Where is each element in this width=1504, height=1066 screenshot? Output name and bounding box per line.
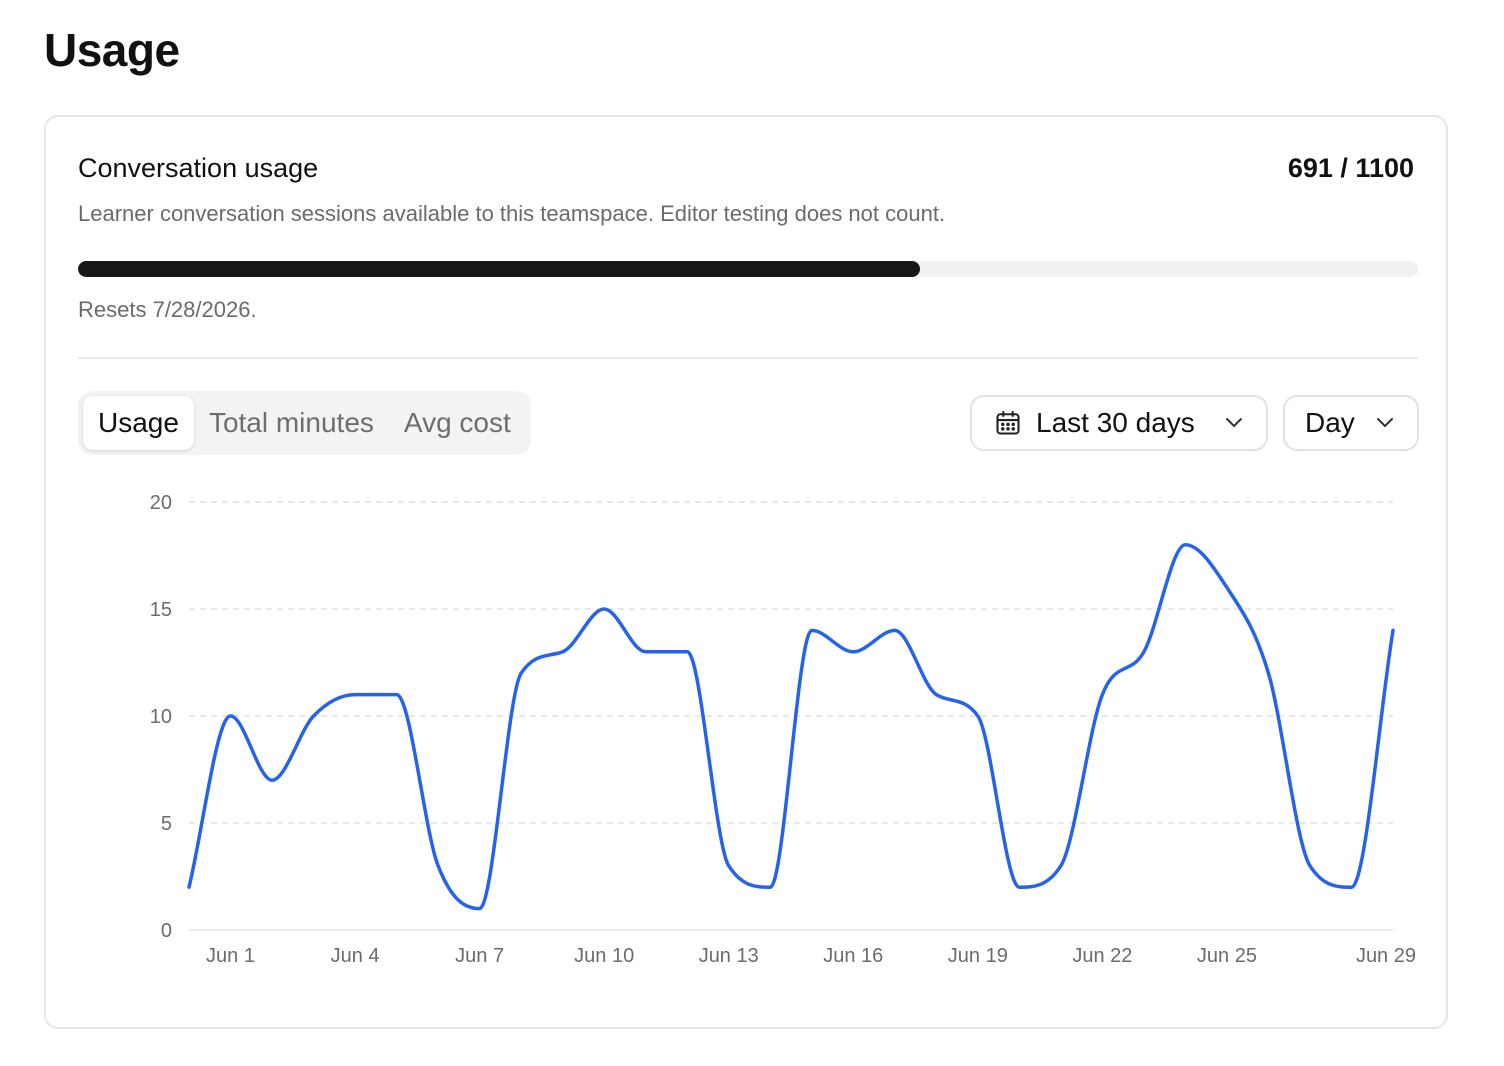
- data-point: [1390, 627, 1396, 633]
- x-tick-label: Jun 16: [823, 945, 883, 967]
- data-point: [518, 670, 524, 676]
- y-tick-label: 0: [161, 920, 172, 942]
- x-tick-label: Jun 4: [331, 945, 380, 967]
- y-tick-label: 5: [161, 813, 172, 835]
- data-point: [1348, 884, 1354, 890]
- x-tick-label: Jun 10: [574, 945, 634, 967]
- x-tick-label: Jun 22: [1072, 945, 1132, 967]
- data-point: [975, 713, 981, 719]
- x-tick-label: Jun 7: [455, 945, 504, 967]
- y-tick-label: 15: [150, 599, 172, 621]
- data-point: [809, 627, 815, 633]
- data-point: [892, 627, 898, 633]
- data-point: [186, 884, 192, 890]
- data-point: [394, 692, 400, 698]
- data-point: [767, 884, 773, 890]
- data-point: [560, 649, 566, 655]
- data-point: [1099, 692, 1105, 698]
- x-tick-label: Jun 19: [948, 945, 1008, 967]
- data-point: [269, 777, 275, 783]
- usage-line-chart: 0 5 10 15 20 Jun 1 Jun 4 Jun 7 Jun 10 Jun 13 Jun 1…: [150, 492, 1416, 967]
- data-point: [352, 692, 358, 698]
- data-point: [643, 649, 649, 655]
- data-point: [1058, 863, 1064, 869]
- data-point: [1141, 649, 1147, 655]
- data-point: [1224, 585, 1230, 591]
- usage-series-line: [187, 543, 1395, 911]
- x-tick-label: Jun 25: [1197, 945, 1257, 967]
- data-point: [601, 606, 607, 612]
- x-tick-label: Jun 1: [206, 945, 255, 967]
- data-point: [228, 713, 234, 719]
- data-point: [1016, 884, 1022, 890]
- data-point: [1307, 863, 1313, 869]
- data-point: [435, 863, 441, 869]
- y-tick-label: 20: [150, 492, 172, 514]
- x-tick-label: Jun 29: [1356, 945, 1416, 967]
- data-point: [933, 692, 939, 698]
- data-point: [1182, 542, 1188, 548]
- y-tick-label: 10: [150, 706, 172, 728]
- data-point: [726, 863, 732, 869]
- data-point: [684, 649, 690, 655]
- data-point: [311, 713, 317, 719]
- data-point: [477, 906, 483, 912]
- data-point: [850, 649, 856, 655]
- data-point: [1265, 670, 1271, 676]
- x-tick-label: Jun 13: [699, 945, 759, 967]
